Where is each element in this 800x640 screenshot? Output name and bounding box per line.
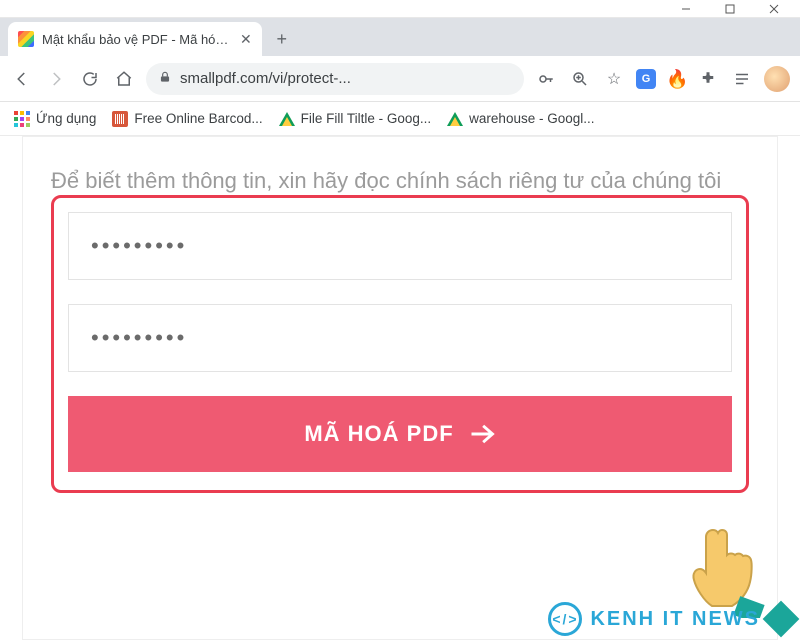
password-input[interactable] <box>68 212 732 280</box>
window-close-button[interactable] <box>752 0 796 18</box>
bookmark-label: Free Online Barcod... <box>134 111 262 126</box>
bookmark-label: warehouse - Googl... <box>469 111 594 126</box>
reading-list-icon[interactable] <box>730 67 754 91</box>
info-text: Để biết thêm thông tin, xin hãy đọc chín… <box>51 165 749 197</box>
extensions-button[interactable] <box>696 67 720 91</box>
forward-button[interactable] <box>44 67 68 91</box>
home-button[interactable] <box>112 67 136 91</box>
bookmark-barcode[interactable]: Free Online Barcod... <box>112 111 262 127</box>
encrypt-pdf-button[interactable]: MÃ HOÁ PDF <box>68 396 732 472</box>
page-viewport: Để biết thêm thông tin, xin hãy đọc chín… <box>0 136 800 640</box>
barcode-icon <box>112 111 128 127</box>
browser-tab-active[interactable]: Mật khẩu bảo vệ PDF - Mã hóa P ✕ <box>8 22 262 56</box>
apps-grid-icon <box>14 111 30 127</box>
back-button[interactable] <box>10 67 34 91</box>
reload-button[interactable] <box>78 67 102 91</box>
key-saved-icon[interactable] <box>534 67 558 91</box>
window-titlebar <box>0 0 800 18</box>
bookmark-warehouse[interactable]: warehouse - Googl... <box>447 111 594 126</box>
protect-pdf-card: Để biết thêm thông tin, xin hãy đọc chín… <box>22 136 778 640</box>
browser-tabstrip: Mật khẩu bảo vệ PDF - Mã hóa P ✕ + <box>0 18 800 56</box>
google-drive-icon <box>279 112 295 126</box>
confirm-password-input[interactable] <box>68 304 732 372</box>
window-minimize-button[interactable] <box>664 0 708 18</box>
url-text: smallpdf.com/vi/protect-... <box>180 70 512 87</box>
address-bar[interactable]: smallpdf.com/vi/protect-... <box>146 63 524 95</box>
bookmark-apps[interactable]: Ứng dụng <box>14 111 96 127</box>
google-translate-extension-icon[interactable]: G <box>636 69 656 89</box>
tab-title: Mật khẩu bảo vệ PDF - Mã hóa P <box>42 32 232 47</box>
tab-close-icon[interactable]: ✕ <box>240 31 252 48</box>
bookmark-label: Ứng dụng <box>36 111 96 126</box>
google-drive-icon <box>447 112 463 126</box>
lock-icon <box>158 70 172 88</box>
arrow-right-icon <box>468 420 496 448</box>
smallpdf-favicon-icon <box>18 31 34 47</box>
profile-avatar[interactable] <box>764 66 790 92</box>
bookmark-label: File Fill Tiltle - Goog... <box>301 111 432 126</box>
new-tab-button[interactable]: + <box>268 25 296 53</box>
window-maximize-button[interactable] <box>708 0 752 18</box>
bookmark-star-icon[interactable]: ☆ <box>602 67 626 91</box>
zoom-icon[interactable] <box>568 67 592 91</box>
browser-toolbar: smallpdf.com/vi/protect-... ☆ G 🔥 <box>0 56 800 102</box>
hot-extension-icon[interactable]: 🔥 <box>666 69 686 89</box>
bookmark-filefill[interactable]: File Fill Tiltle - Goog... <box>279 111 432 126</box>
annotation-highlight-box: MÃ HOÁ PDF <box>51 195 749 493</box>
bookmarks-bar: Ứng dụng Free Online Barcod... File Fill… <box>0 102 800 136</box>
cta-label: MÃ HOÁ PDF <box>304 421 453 447</box>
